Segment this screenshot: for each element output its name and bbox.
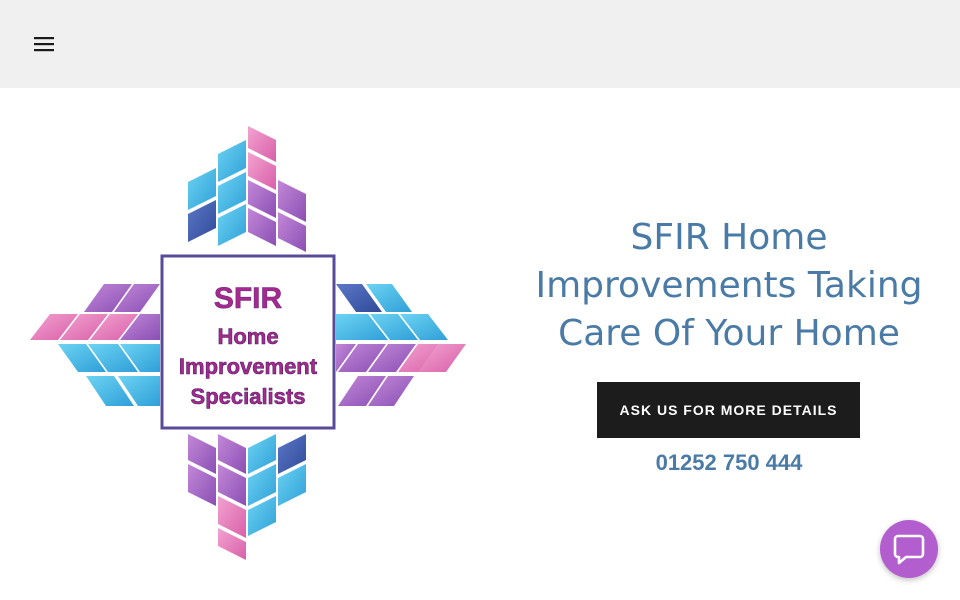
logo-top-tiles bbox=[188, 126, 306, 252]
logo-title: SFIR bbox=[214, 282, 283, 315]
phone-link[interactable]: 01252 750 444 bbox=[560, 448, 898, 478]
sfir-logo: SFIR Home Improvement Specialists bbox=[30, 126, 466, 560]
hamburger-menu-button[interactable] bbox=[30, 30, 58, 58]
ask-for-details-button[interactable]: ASK US FOR MORE DETAILS bbox=[597, 382, 860, 438]
logo-bottom-tiles bbox=[188, 434, 306, 560]
logo-right-tiles bbox=[336, 284, 466, 406]
hamburger-menu-icon bbox=[34, 37, 54, 52]
chat-button[interactable] bbox=[880, 520, 938, 578]
site-header bbox=[0, 0, 960, 88]
logo-line-improvement: Improvement bbox=[179, 354, 318, 379]
logo-line-home: Home bbox=[217, 324, 278, 349]
logo-line-specialists: Specialists bbox=[191, 384, 306, 409]
logo-left-tiles bbox=[30, 284, 160, 406]
hero-headline: SFIR Home Improvements Taking Care Of Yo… bbox=[535, 217, 923, 354]
chat-bubble-icon bbox=[893, 534, 925, 565]
